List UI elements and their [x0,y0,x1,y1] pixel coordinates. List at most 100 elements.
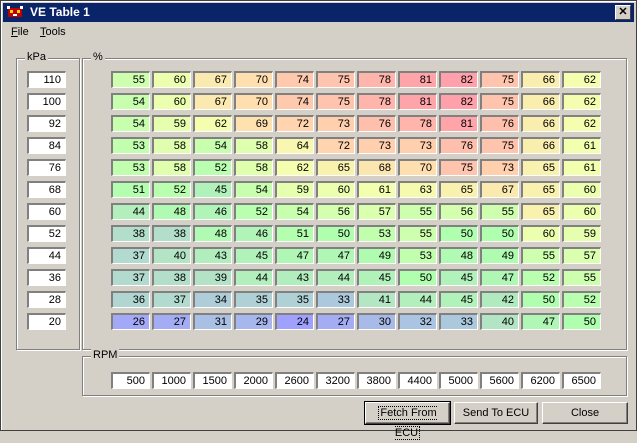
ve-cell[interactable]: 55 [480,203,519,220]
ve-cell[interactable]: 54 [111,93,150,110]
ve-cell[interactable]: 65 [439,181,478,198]
ve-cell[interactable]: 50 [439,225,478,242]
ve-cell[interactable]: 64 [275,137,314,154]
ve-cell[interactable]: 47 [275,247,314,264]
ve-cell[interactable]: 69 [234,115,273,132]
ve-cell[interactable]: 60 [152,93,191,110]
ve-cell[interactable]: 54 [193,137,232,154]
ve-cell[interactable]: 50 [398,269,437,286]
ve-cell[interactable]: 65 [521,159,560,176]
ve-cell[interactable]: 74 [275,71,314,88]
kpa-cell[interactable]: 68 [27,181,66,198]
ve-cell[interactable]: 27 [152,313,191,330]
ve-cell[interactable]: 76 [439,137,478,154]
ve-cell[interactable]: 51 [275,225,314,242]
menu-tools[interactable]: Tools [40,26,66,38]
ve-cell[interactable]: 73 [480,159,519,176]
rpm-cell[interactable]: 3200 [316,372,355,389]
close-button[interactable]: Close [542,402,628,424]
ve-cell[interactable]: 67 [193,71,232,88]
kpa-cell[interactable]: 60 [27,203,66,220]
ve-cell[interactable]: 58 [234,137,273,154]
kpa-cell[interactable]: 44 [27,247,66,264]
ve-cell[interactable]: 54 [234,181,273,198]
ve-cell[interactable]: 45 [439,269,478,286]
ve-cell[interactable]: 73 [398,137,437,154]
ve-cell[interactable]: 78 [357,93,396,110]
ve-cell[interactable]: 38 [152,225,191,242]
rpm-cell[interactable]: 1000 [152,372,191,389]
ve-cell[interactable]: 82 [439,93,478,110]
ve-cell[interactable]: 32 [398,313,437,330]
ve-cell[interactable]: 72 [275,115,314,132]
ve-cell[interactable]: 40 [480,313,519,330]
ve-cell[interactable]: 75 [316,93,355,110]
ve-cell[interactable]: 61 [357,181,396,198]
rpm-cell[interactable]: 5000 [439,372,478,389]
ve-cell[interactable]: 50 [480,225,519,242]
ve-cell[interactable]: 59 [152,115,191,132]
ve-cell[interactable]: 53 [111,137,150,154]
ve-cell[interactable]: 81 [398,71,437,88]
rpm-cell[interactable]: 2600 [275,372,314,389]
ve-cell[interactable]: 45 [193,181,232,198]
ve-cell[interactable]: 62 [562,93,601,110]
ve-cell[interactable]: 73 [357,137,396,154]
ve-cell[interactable]: 74 [275,93,314,110]
ve-cell[interactable]: 70 [234,93,273,110]
ve-cell[interactable]: 44 [316,269,355,286]
ve-cell[interactable]: 57 [562,247,601,264]
ve-cell[interactable]: 60 [152,71,191,88]
ve-cell[interactable]: 58 [152,159,191,176]
ve-cell[interactable]: 43 [275,269,314,286]
ve-cell[interactable]: 59 [275,181,314,198]
ve-cell[interactable]: 61 [562,137,601,154]
ve-cell[interactable]: 56 [439,203,478,220]
ve-cell[interactable]: 33 [439,313,478,330]
ve-cell[interactable]: 66 [521,137,560,154]
ve-cell[interactable]: 38 [152,269,191,286]
ve-cell[interactable]: 35 [234,291,273,308]
ve-cell[interactable]: 31 [193,313,232,330]
ve-cell[interactable]: 53 [357,225,396,242]
title-bar[interactable]: VE Table 1 ✕ [3,3,634,22]
ve-cell[interactable]: 63 [398,181,437,198]
kpa-cell[interactable]: 52 [27,225,66,242]
rpm-cell[interactable]: 2000 [234,372,273,389]
ve-cell[interactable]: 72 [316,137,355,154]
ve-cell[interactable]: 55 [398,225,437,242]
ve-cell[interactable]: 26 [111,313,150,330]
ve-cell[interactable]: 29 [234,313,273,330]
rpm-cell[interactable]: 6200 [521,372,560,389]
ve-cell[interactable]: 42 [480,291,519,308]
ve-cell[interactable]: 37 [111,269,150,286]
ve-cell[interactable]: 48 [152,203,191,220]
ve-cell[interactable]: 81 [439,115,478,132]
ve-cell[interactable]: 47 [521,313,560,330]
kpa-cell[interactable]: 76 [27,159,66,176]
ve-cell[interactable]: 43 [193,247,232,264]
ve-cell[interactable]: 75 [316,71,355,88]
ve-cell[interactable]: 52 [152,181,191,198]
ve-cell[interactable]: 24 [275,313,314,330]
ve-cell[interactable]: 39 [193,269,232,286]
ve-cell[interactable]: 56 [316,203,355,220]
ve-cell[interactable]: 41 [357,291,396,308]
ve-cell[interactable]: 73 [316,115,355,132]
kpa-cell[interactable]: 28 [27,291,66,308]
close-icon[interactable]: ✕ [615,5,631,20]
ve-cell[interactable]: 52 [521,269,560,286]
rpm-cell[interactable]: 500 [111,372,150,389]
ve-cell[interactable]: 76 [357,115,396,132]
ve-cell[interactable]: 81 [398,93,437,110]
ve-cell[interactable]: 60 [316,181,355,198]
ve-cell[interactable]: 66 [521,71,560,88]
ve-cell[interactable]: 62 [193,115,232,132]
ve-cell[interactable]: 67 [193,93,232,110]
ve-cell[interactable]: 60 [562,181,601,198]
ve-cell[interactable]: 52 [193,159,232,176]
ve-cell[interactable]: 65 [521,203,560,220]
ve-cell[interactable]: 59 [562,225,601,242]
ve-cell[interactable]: 44 [234,269,273,286]
ve-cell[interactable]: 57 [357,203,396,220]
